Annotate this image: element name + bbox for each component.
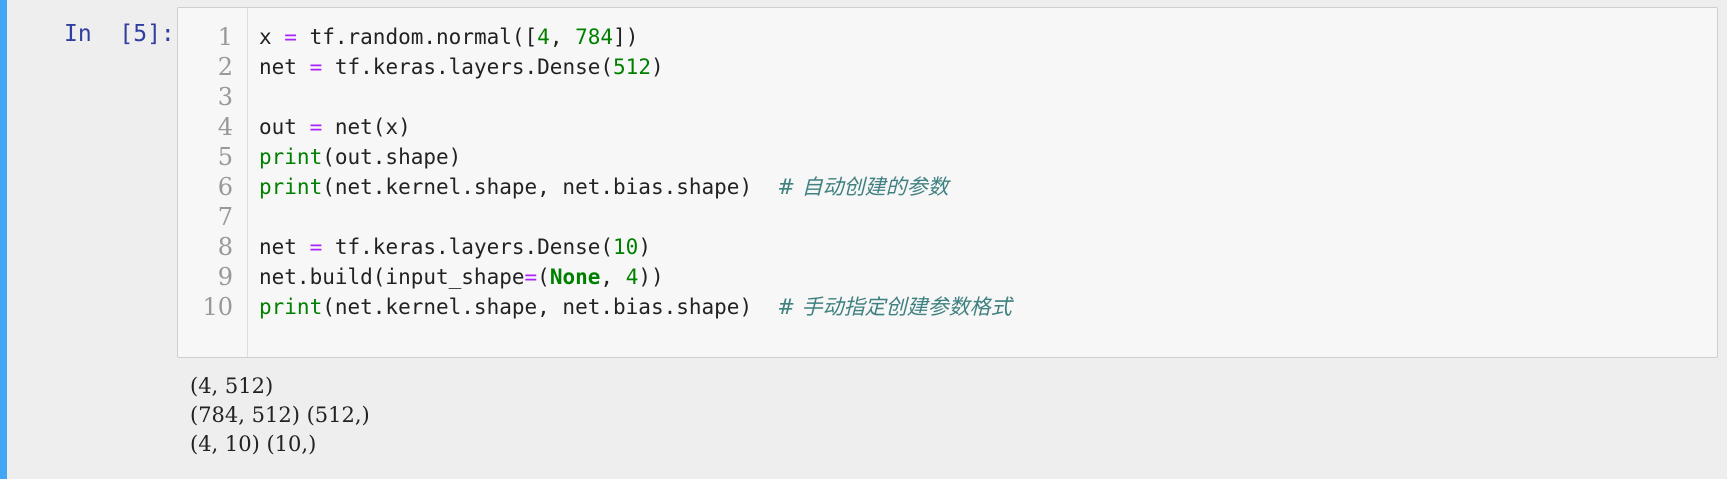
code-token: net.build(input_shape: [259, 265, 525, 289]
code-token: (out.shape): [322, 145, 462, 169]
code-token: net: [259, 235, 310, 259]
code-line[interactable]: net = tf.keras.layers.Dense(10): [259, 231, 651, 264]
output-line: (4, 512): [190, 374, 274, 398]
code-token: =: [309, 55, 323, 79]
code-token: ): [650, 55, 664, 79]
code-comment: # 手动指定创建参数格式: [777, 295, 1012, 319]
code-token: tf.random.normal([: [296, 25, 538, 49]
code-token: =: [309, 115, 323, 139]
code-token: ]): [613, 25, 639, 49]
code-token: 784: [575, 25, 614, 49]
line-number: 10: [202, 293, 233, 321]
code-line[interactable]: net.build(input_shape=(None, 4)): [259, 261, 664, 294]
code-token: 4: [625, 265, 639, 289]
code-token: x: [259, 25, 285, 49]
code-token: 4: [537, 25, 550, 49]
code-token: print: [259, 295, 323, 319]
code-token: ): [638, 235, 651, 259]
line-number: 6: [217, 173, 233, 201]
code-token: net: [259, 55, 310, 79]
code-token: 512: [613, 55, 651, 79]
code-line[interactable]: out = net(x): [259, 111, 411, 144]
code-line[interactable]: print(net.kernel.shape, net.bias.shape) …: [259, 171, 949, 204]
code-token: =: [284, 25, 297, 49]
input-prompt: In [5]:: [64, 21, 175, 47]
code-token: None: [549, 265, 601, 289]
line-number-gutter: 1 2 3 4 5 6 7 8 9 10: [178, 8, 248, 357]
code-token: )): [638, 265, 664, 289]
line-number: 4: [217, 113, 233, 141]
line-number: 7: [217, 203, 233, 231]
code-line[interactable]: net = tf.keras.layers.Dense(512): [259, 51, 664, 84]
line-number: 1: [217, 23, 233, 51]
code-editor[interactable]: 1 2 3 4 5 6 7 8 9 10 x = tf.random.normal([4, 784…: [177, 7, 1718, 358]
output-line: (784, 512) (512,): [190, 403, 370, 427]
code-comment: # 自动创建的参数: [777, 175, 949, 199]
code-token: tf.keras.layers.Dense(: [322, 235, 614, 259]
line-number: 2: [217, 53, 233, 81]
code-token: ,: [549, 25, 576, 49]
code-token: =: [309, 235, 323, 259]
code-line[interactable]: print(out.shape): [259, 141, 461, 174]
notebook-cell[interactable]: In [5]: 1 2 3 4 5 6 7 8 9 10 x = tf.random.normal…: [0, 0, 1727, 479]
line-number: 9: [217, 263, 233, 291]
code-token: (: [537, 265, 550, 289]
code-line[interactable]: print(net.kernel.shape, net.bias.shape) …: [259, 291, 1012, 324]
code-token: (net.kernel.shape, net.bias.shape): [322, 295, 778, 319]
code-token: net(x): [322, 115, 411, 139]
line-number: 8: [217, 233, 233, 261]
line-number: 3: [217, 83, 233, 111]
code-token: (net.kernel.shape, net.bias.shape): [322, 175, 778, 199]
code-token: 10: [613, 235, 639, 259]
output-line: (4, 10) (10,): [190, 432, 317, 456]
code-token: =: [524, 265, 538, 289]
code-token: print: [259, 175, 323, 199]
code-token: print: [259, 145, 323, 169]
code-token: tf.keras.layers.Dense(: [322, 55, 614, 79]
line-number: 5: [217, 143, 233, 171]
code-token: out: [259, 115, 310, 139]
code-token: ,: [600, 265, 626, 289]
cell-output: (4, 512) (784, 512) (512,) (4, 10) (10,): [190, 372, 1090, 459]
cell-selection-indicator: [0, 0, 7, 479]
code-line[interactable]: x = tf.random.normal([4, 784]): [259, 21, 638, 54]
